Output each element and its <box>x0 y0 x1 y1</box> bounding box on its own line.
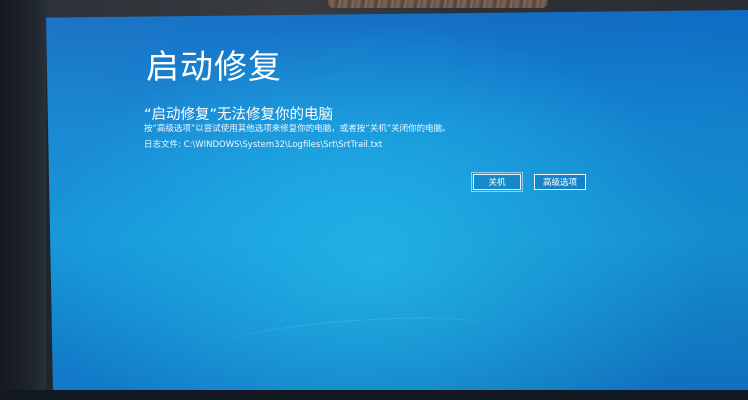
monitor-bezel-bottom <box>0 390 748 400</box>
logfile-path: 日志文件: C:\WINDOWS\System32\Logfiles\Srt\S… <box>144 140 383 150</box>
recovery-screen: 启动修复 “启动修复”无法修复你的电脑 按“高级选项”以尝试使用其他选项来修复你… <box>46 10 748 392</box>
advanced-options-button[interactable]: 高级选项 <box>534 174 586 190</box>
monitor-bezel-left <box>0 0 46 400</box>
desk-object <box>328 0 548 8</box>
shutdown-button[interactable]: 关机 <box>471 172 523 192</box>
instruction-text: 按“高级选项”以尝试使用其他选项来修复你的电脑，或者按“关机”关闭你的电脑。 <box>144 124 451 134</box>
photo-of-monitor: 启动修复 “启动修复”无法修复你的电脑 按“高级选项”以尝试使用其他选项来修复你… <box>0 0 748 400</box>
error-heading: “启动修复”无法修复你的电脑 <box>144 107 334 123</box>
page-title: 启动修复 <box>146 47 282 86</box>
